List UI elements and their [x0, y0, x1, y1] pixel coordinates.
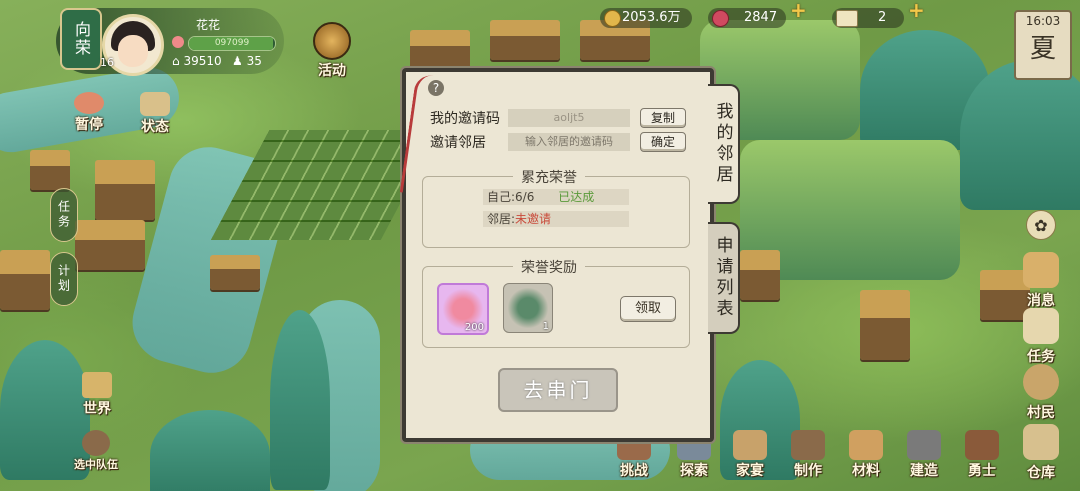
my-code-label: 我的邀请码	[430, 111, 500, 127]
clock-time: 16:03	[1025, 14, 1061, 28]
scroll-icon	[140, 92, 170, 116]
lantern-icon	[313, 22, 351, 60]
activity-button[interactable]: 活动	[310, 22, 354, 80]
bottom-menu-label: 勇士	[968, 463, 996, 479]
visit-neighbor-button[interactable]: 去串门	[498, 368, 618, 412]
anvil-icon	[791, 430, 825, 460]
bottom-menu-label: 探索	[680, 463, 708, 479]
ticket-icon	[836, 10, 858, 27]
experience-bar: 097099	[188, 36, 276, 51]
claim-button[interactable]: 领取	[620, 296, 676, 322]
my-code-value: aoljt5	[508, 109, 630, 127]
bottom-menu-label: 家宴	[736, 463, 764, 479]
bottom-menu-item[interactable]: 材料	[838, 430, 894, 480]
help-icon[interactable]: ?	[428, 80, 444, 96]
ticket-counter: 2	[832, 8, 904, 28]
bottom-menu-label: 建造	[910, 463, 938, 479]
experience-text: 097099	[214, 38, 250, 48]
tab-request-list[interactable]: 申请列表	[708, 222, 740, 334]
neighbor-status: 未邀请	[515, 212, 552, 226]
bottom-menu-item[interactable]: 家宴	[722, 430, 778, 480]
wood-icon	[849, 430, 883, 460]
house-stat: ⌂ 39510	[172, 54, 222, 68]
pause-icon	[74, 92, 104, 114]
neighbor-dialog: ? 我的邀请码 aoljt5 复制 邀请邻居 输入邻居的邀请码 确定 累充荣誉 …	[399, 68, 714, 442]
self-status: 已达成	[558, 190, 595, 204]
world-button[interactable]: 世界	[70, 372, 124, 418]
bottom-menu-label: 挑战	[620, 463, 648, 479]
copy-button[interactable]: 复制	[640, 108, 686, 128]
hammer-icon	[907, 430, 941, 460]
flower-token-icon[interactable]: 200	[437, 283, 489, 335]
warehouse-icon	[1023, 424, 1059, 460]
flower-counter: 2847	[708, 8, 786, 28]
population-stat: ♟ 35	[232, 54, 262, 68]
bell-icon	[1023, 252, 1059, 288]
reward-count: 1	[542, 321, 549, 332]
bottom-menu-item[interactable]: 建造	[896, 430, 952, 480]
honor-section: 累充荣誉 自己:6/6 已达成 邻居:未邀请	[422, 167, 690, 248]
jade-stone-icon[interactable]: 1	[503, 283, 553, 333]
season-name: 夏	[1029, 34, 1056, 64]
peach-icon	[172, 36, 184, 48]
news-button[interactable]: 消息	[1016, 252, 1066, 310]
confirm-button[interactable]: 确定	[640, 132, 686, 152]
plan-side-tab[interactable]: 计划	[50, 252, 78, 306]
tab-my-neighbors[interactable]: 我的邻居	[708, 84, 740, 204]
task-side-tab[interactable]: 任务	[50, 188, 78, 242]
villager-button[interactable]: 村民	[1016, 364, 1066, 422]
coin-icon	[604, 10, 621, 27]
scroll-icon	[1023, 308, 1059, 344]
add-tickets-button[interactable]: +	[908, 0, 925, 22]
select-team-button[interactable]: 选中队伍	[64, 430, 128, 472]
bottom-menu-label: 制作	[794, 463, 822, 479]
pavilion-icon	[82, 372, 112, 398]
reward-count: 200	[464, 322, 484, 333]
honor-title: 累充荣誉	[513, 167, 585, 187]
villager-hat-icon	[1023, 364, 1059, 400]
season-clock[interactable]: 16:03 夏	[1014, 10, 1072, 80]
flower-icon	[712, 10, 729, 27]
invite-neighbor-label: 邀请邻居	[430, 135, 486, 151]
reward-title: 荣誉奖励	[513, 257, 585, 277]
flower-menu-icon[interactable]: ✿	[1026, 210, 1056, 240]
task-button[interactable]: 任务	[1016, 308, 1066, 366]
warrior-icon	[965, 430, 999, 460]
player-title-tag[interactable]: 向荣	[60, 8, 102, 70]
team-portrait-icon	[82, 430, 110, 456]
bowl-icon	[733, 430, 767, 460]
neighbor-progress-row: 邻居:未邀请	[483, 211, 629, 227]
warehouse-button[interactable]: 仓库	[1016, 424, 1066, 482]
invite-code-input[interactable]: 输入邻居的邀请码	[508, 133, 630, 151]
activity-label: 活动	[318, 63, 346, 79]
bottom-menu-item[interactable]: 制作	[780, 430, 836, 480]
player-level: 16	[100, 56, 114, 69]
status-button[interactable]: 状态	[130, 92, 180, 136]
coin-counter: 2053.6万	[600, 8, 692, 28]
add-flowers-button[interactable]: +	[790, 0, 807, 22]
player-name: 花花	[196, 18, 221, 32]
pause-button[interactable]: 暂停	[64, 92, 114, 134]
bottom-menu-item[interactable]: 勇士	[954, 430, 1010, 480]
self-progress-row: 自己:6/6 已达成	[483, 189, 629, 205]
bottom-menu-label: 材料	[852, 463, 880, 479]
